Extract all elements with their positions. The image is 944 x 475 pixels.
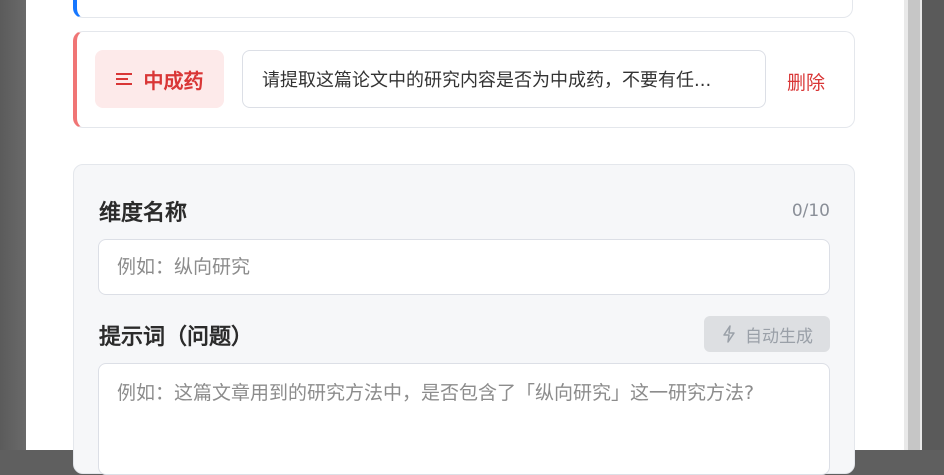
delete-button[interactable]: 删除 bbox=[787, 68, 825, 95]
dimension-tag-label: 中成药 bbox=[143, 68, 204, 93]
list-icon bbox=[115, 73, 132, 85]
scrollbar-thumb[interactable] bbox=[908, 0, 920, 450]
new-dimension-form: 维度名称 0/10 例如：纵向研究 提示词（问题） 自动生成 例如：这篇文章用到… bbox=[73, 164, 855, 475]
dimension-name-counter: 0/10 bbox=[791, 201, 830, 221]
dimension-name-input[interactable]: 例如：纵向研究 bbox=[98, 239, 830, 295]
auto-generate-label: 自动生成 bbox=[745, 326, 813, 347]
dimension-card: 中成药 请提取这篇论文中的研究内容是否为中成药，不要有任... 删除 bbox=[73, 31, 855, 128]
prompt-textarea[interactable]: 例如：这篇文章用到的研究方法中，是否包含了「纵向研究」这一研究方法? bbox=[98, 363, 830, 475]
backdrop-overlay-left bbox=[0, 0, 26, 450]
dimension-tag[interactable]: 中成药 bbox=[95, 50, 224, 108]
dimension-prompt-text[interactable]: 请提取这篇论文中的研究内容是否为中成药，不要有任... bbox=[242, 50, 766, 108]
prompt-label: 提示词（问题） bbox=[99, 325, 254, 350]
lightning-icon bbox=[723, 325, 735, 343]
dimension-name-label: 维度名称 bbox=[99, 201, 188, 226]
backdrop-overlay-right bbox=[922, 0, 944, 450]
dimension-card-previous bbox=[73, 0, 853, 18]
auto-generate-button[interactable]: 自动生成 bbox=[704, 316, 830, 352]
